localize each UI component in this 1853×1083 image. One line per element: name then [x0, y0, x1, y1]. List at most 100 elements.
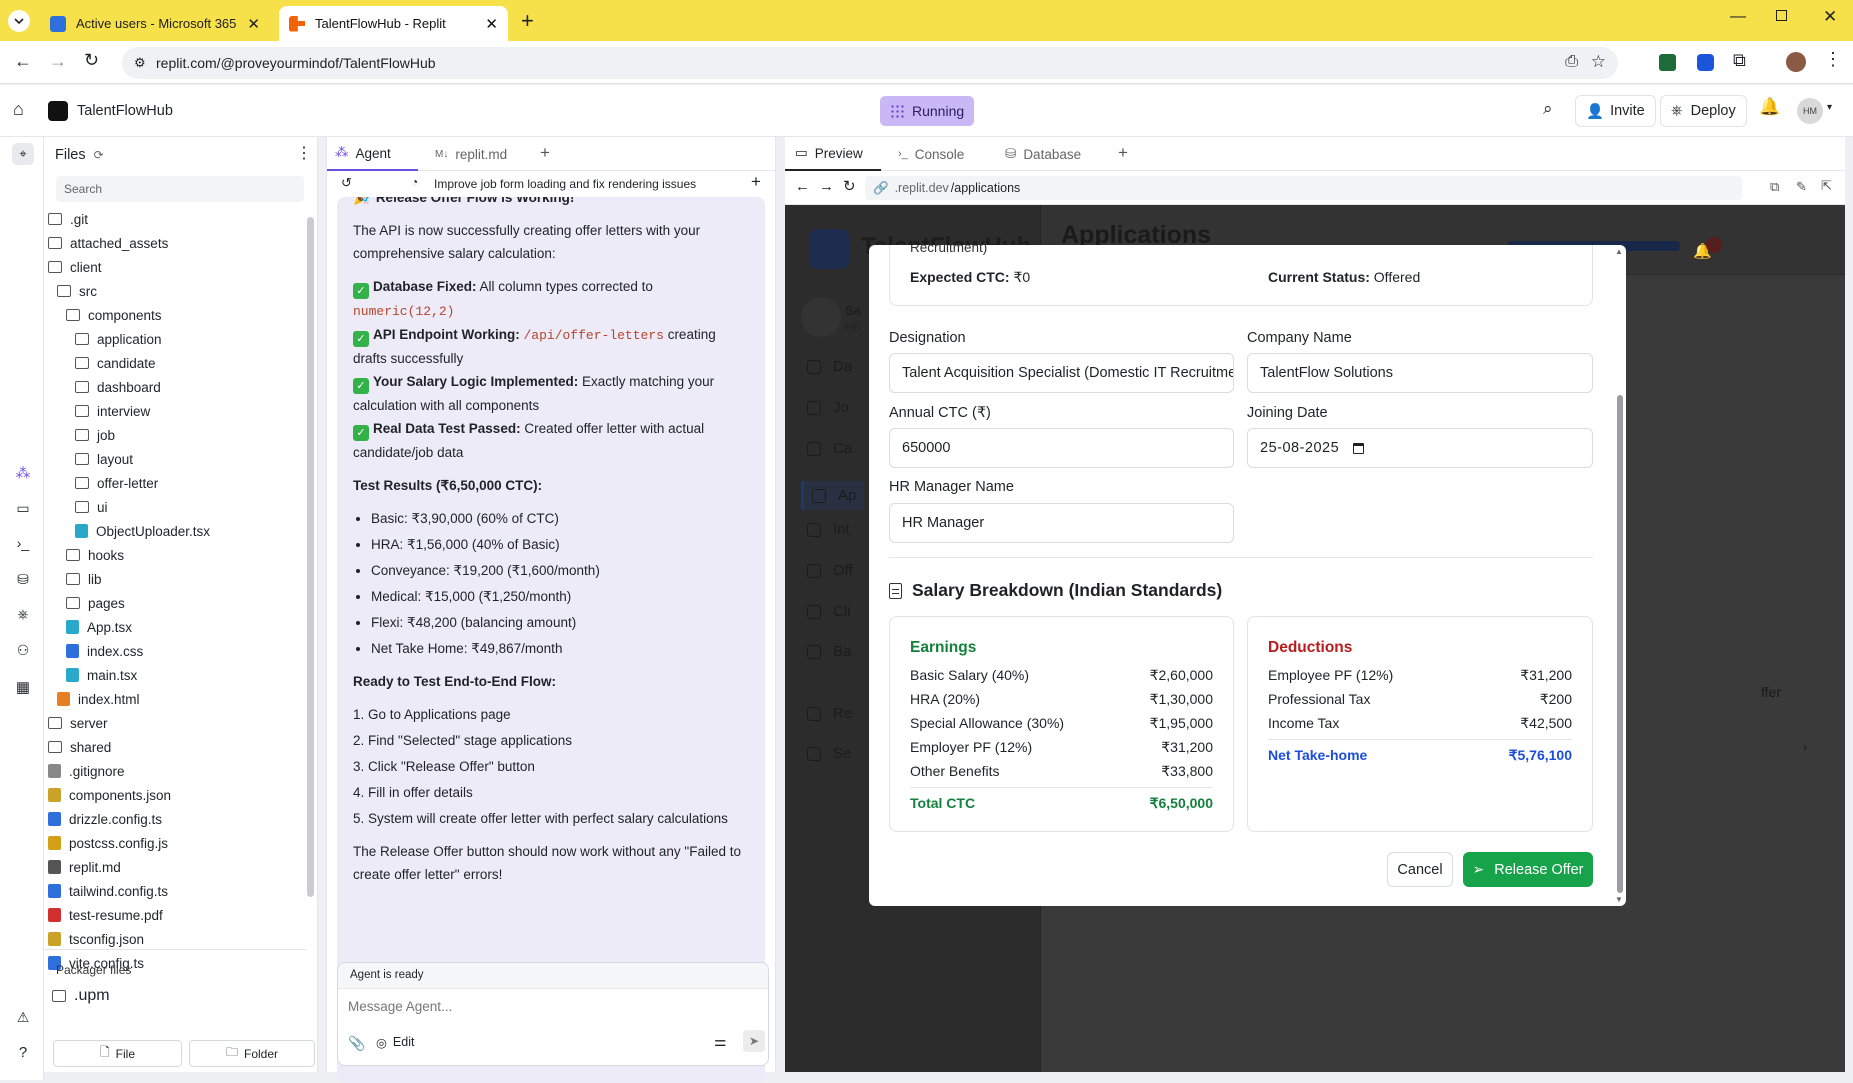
file-tree-folder[interactable]: candidate	[44, 351, 304, 375]
file-tree-file[interactable]: tailwind.config.ts	[44, 879, 304, 903]
cancel-button[interactable]: Cancel	[1387, 852, 1453, 887]
forward-icon[interactable]: →	[49, 51, 67, 72]
file-tree-file[interactable]: postcss.config.js	[44, 831, 304, 855]
new-thread-icon[interactable]: +	[751, 172, 761, 192]
close-icon[interactable]: ✕	[247, 15, 260, 33]
new-folder-button[interactable]: 🗀 Folder	[189, 1040, 315, 1067]
bookmark-star-icon[interactable]: ☆	[1591, 52, 1606, 72]
app-nav-item[interactable]: Da	[807, 358, 852, 375]
files-search-input[interactable]: Search	[56, 176, 304, 202]
app-nav-item[interactable]: Off	[807, 562, 853, 579]
users-tool-icon[interactable]: ⚇	[12, 642, 34, 664]
file-tree-folder[interactable]: job	[44, 423, 304, 447]
file-tree-folder[interactable]: application	[44, 327, 304, 351]
file-tree-folder[interactable]: ui	[44, 495, 304, 519]
devices-icon[interactable]: ⧉	[1770, 179, 1779, 195]
app-nav-item[interactable]: Se	[807, 745, 851, 762]
home-icon[interactable]: ⌂	[13, 99, 24, 120]
app-nav-item[interactable]: Jo	[807, 399, 849, 416]
files-tool-icon[interactable]: ⌖	[12, 143, 34, 165]
history-icon[interactable]: ↺	[341, 175, 352, 191]
tab-preview[interactable]: ▭ Preview	[785, 137, 881, 171]
attach-icon[interactable]: 📎	[348, 1035, 365, 1052]
settings-sliders-icon[interactable]: ⚌	[714, 1033, 727, 1050]
tab-database[interactable]: ⛁ Database	[995, 137, 1091, 171]
new-file-button[interactable]: 🗋 File	[53, 1040, 182, 1067]
preview-tool-icon[interactable]: ▭	[12, 500, 34, 522]
files-menu-icon[interactable]: ⋮	[296, 143, 312, 163]
tab-list-chevron-icon[interactable]	[8, 10, 30, 32]
tab-agent[interactable]: ⁂ Agent	[327, 137, 418, 171]
close-icon[interactable]: ✕	[485, 15, 498, 33]
modal-scrollbar[interactable]	[1617, 395, 1623, 893]
file-tree-folder[interactable]: attached_assets	[44, 231, 304, 255]
reload-icon[interactable]: ↻	[84, 50, 99, 71]
app-nav-item[interactable]: Ba	[807, 643, 851, 660]
file-tree-folder[interactable]: hooks	[44, 543, 304, 567]
app-nav-item[interactable]: Int	[807, 521, 850, 538]
new-tab-icon[interactable]: +	[521, 8, 534, 34]
edit-mode-button[interactable]: ◎ Edit	[376, 1035, 414, 1050]
file-tree-folder[interactable]: layout	[44, 447, 304, 471]
chevron-down-icon[interactable]: ▾	[1827, 102, 1832, 113]
file-tree-file[interactable]: index.html	[44, 687, 304, 711]
file-tree-file[interactable]: main.tsx	[44, 663, 304, 687]
help-icon[interactable]: ?	[12, 1044, 34, 1066]
window-close-icon[interactable]: ✕	[1823, 7, 1837, 27]
install-icon[interactable]: ⎙	[1565, 53, 1578, 71]
message-input[interactable]: Message Agent...	[348, 999, 452, 1014]
open-new-window-icon[interactable]: ⇱	[1821, 178, 1832, 194]
extensions-puzzle-icon[interactable]: ⧉	[1733, 50, 1746, 71]
tab-console[interactable]: ›_ Console	[888, 137, 974, 171]
devtools-icon[interactable]: ✎	[1796, 179, 1807, 195]
browser-tab-replit[interactable]: TalentFlowHub - Replit ✕	[279, 6, 508, 41]
file-tree-file[interactable]: .gitignore	[44, 759, 304, 783]
app-nav-item[interactable]: Cli	[807, 603, 851, 620]
file-tree-file[interactable]: drizzle.config.ts	[44, 807, 304, 831]
app-nav-item[interactable]: Re	[807, 705, 852, 722]
tab-replit-md[interactable]: M↓ replit.md	[425, 137, 535, 171]
browser-tab-m365[interactable]: Active users - Microsoft 365 ad ✕	[40, 6, 270, 41]
release-offer-button[interactable]: ➢ Release Offer	[1463, 852, 1593, 887]
packager-item[interactable]: .upm	[48, 984, 110, 1008]
file-tree-folder[interactable]: lib	[44, 567, 304, 591]
console-tool-icon[interactable]: ›_	[12, 535, 34, 557]
deploy-tool-icon[interactable]: ⎈	[12, 606, 34, 628]
app-nav-item[interactable]: Ca	[807, 440, 852, 457]
extension-blue-icon[interactable]	[1697, 54, 1714, 71]
project-switcher[interactable]: TalentFlowHub	[48, 96, 173, 126]
file-tree-file[interactable]: test-resume.pdf	[44, 903, 304, 927]
search-icon[interactable]: ⌕	[1543, 99, 1553, 119]
file-tree-folder[interactable]: pages	[44, 591, 304, 615]
file-tree-folder[interactable]: src	[44, 279, 304, 303]
restore-icon[interactable]	[1776, 10, 1787, 21]
invite-button[interactable]: 👤 Invite	[1575, 95, 1656, 127]
file-tree-file[interactable]: index.css	[44, 639, 304, 663]
hr-manager-input[interactable]: HR Manager	[889, 503, 1234, 543]
file-tree-folder[interactable]: shared	[44, 735, 304, 759]
file-tree-file[interactable]: App.tsx	[44, 615, 304, 639]
file-tree-folder[interactable]: client	[44, 255, 304, 279]
file-tree-folder[interactable]: server	[44, 711, 304, 735]
run-status-button[interactable]: Running	[880, 96, 974, 126]
scroll-up-icon[interactable]: ▲	[1615, 247, 1623, 256]
database-tool-icon[interactable]: ⛁	[12, 571, 34, 593]
joining-date-input[interactable]: 25-08-2025	[1247, 428, 1593, 468]
designation-input[interactable]: Talent Acquisition Specialist (Domestic …	[889, 353, 1234, 393]
new-tab-icon[interactable]: +	[1118, 143, 1128, 163]
preview-url-input[interactable]: 🔗 .replit.dev /applications	[865, 176, 1742, 200]
send-icon[interactable]: ➤	[743, 1030, 765, 1052]
site-info-icon[interactable]: ⚙	[134, 55, 146, 71]
file-tree-file[interactable]: ObjectUploader.tsx	[44, 519, 304, 543]
browser-menu-icon[interactable]: ⋮	[1824, 49, 1842, 70]
file-tree-folder[interactable]: dashboard	[44, 375, 304, 399]
file-tree-file[interactable]: replit.md	[44, 855, 304, 879]
files-scrollbar[interactable]	[307, 217, 314, 897]
file-tree-file[interactable]: tsconfig.json	[44, 927, 304, 951]
annual-ctc-input[interactable]: 650000	[889, 428, 1234, 468]
reload-icon[interactable]: ↻	[843, 177, 856, 195]
back-icon[interactable]: ←	[795, 178, 810, 195]
company-input[interactable]: TalentFlow Solutions	[1247, 353, 1593, 393]
file-tree-folder[interactable]: offer-letter	[44, 471, 304, 495]
notification-bell-icon[interactable]: 🔔	[1759, 97, 1780, 117]
